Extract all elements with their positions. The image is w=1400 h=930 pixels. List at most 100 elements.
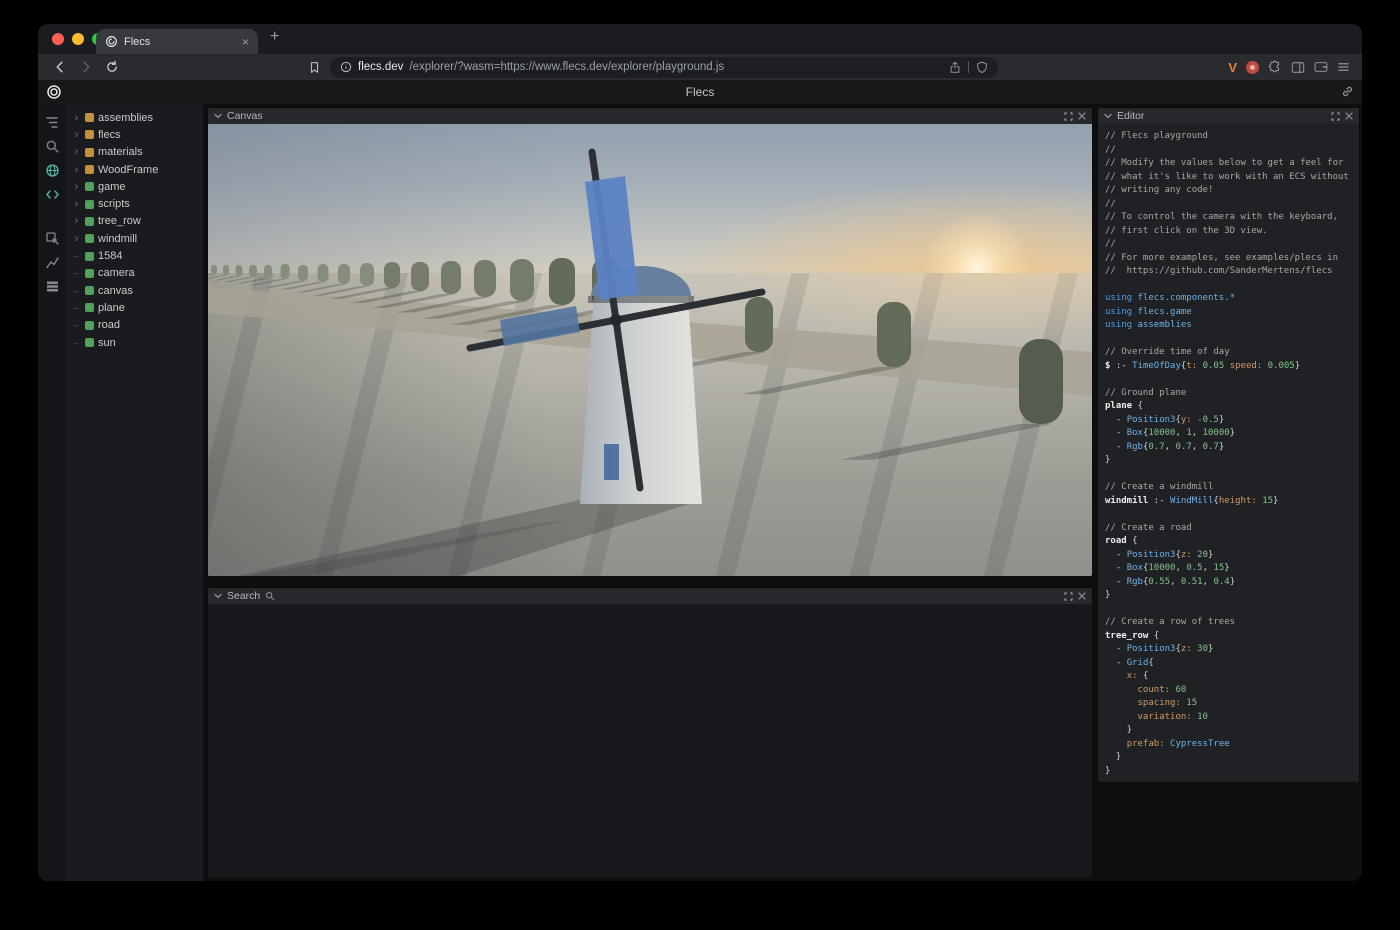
scene-tree (236, 265, 243, 276)
leaf-dash-icon: – (72, 303, 81, 313)
extensions-puzzle-icon[interactable] (1268, 60, 1282, 74)
scene-tree (298, 265, 308, 281)
tree-row[interactable]: –canvas (66, 282, 203, 299)
forward-button[interactable] (76, 57, 96, 77)
code-line: // To control the camera with the keyboa… (1105, 211, 1355, 225)
tab-favicon (105, 35, 118, 48)
scene-tree (264, 265, 272, 278)
code-line: - Box{10000, 0.5, 15} (1105, 562, 1355, 576)
scene-tree (474, 260, 496, 297)
expand-chevron-icon[interactable]: › (72, 199, 81, 209)
v-extension-icon[interactable]: V (1228, 60, 1237, 75)
collapse-chevron-icon[interactable] (214, 113, 222, 119)
scene-tree (510, 259, 534, 301)
bookmark-icon[interactable] (304, 57, 324, 77)
new-tab-button[interactable]: + (270, 28, 279, 46)
scene-tree (384, 262, 400, 288)
expand-chevron-icon[interactable]: › (72, 234, 81, 244)
side-panel-icon[interactable] (1291, 61, 1305, 74)
stats-icon[interactable] (44, 254, 60, 270)
tree-row[interactable]: –sun (66, 334, 203, 351)
leaf-dash-icon: – (72, 268, 81, 278)
code-icon[interactable] (44, 186, 60, 202)
share-icon[interactable] (949, 61, 961, 74)
page-title: Flecs (38, 85, 1362, 99)
reload-button[interactable] (102, 57, 122, 77)
editor-panel-title: Editor (1117, 110, 1144, 122)
code-line: } (1105, 765, 1355, 779)
editor-code[interactable]: // Flecs playground//// Modify the value… (1098, 124, 1359, 783)
code-line: using flecs.components.* (1105, 292, 1355, 306)
tree-item-label: flecs (98, 129, 121, 141)
close-window-button[interactable] (52, 33, 64, 45)
leaf-dash-icon: – (72, 320, 81, 330)
tree-row[interactable]: › flecs (66, 126, 203, 143)
red-extension-icon[interactable] (1246, 61, 1259, 74)
back-button[interactable] (50, 57, 70, 77)
canvas-3d-scene[interactable] (208, 124, 1092, 576)
tree-item-label: windmill (98, 233, 137, 245)
collapse-chevron-icon[interactable] (1104, 113, 1112, 119)
share-link-icon[interactable] (1341, 85, 1354, 98)
collapse-chevron-icon[interactable] (214, 593, 222, 599)
expand-chevron-icon[interactable]: › (72, 130, 81, 140)
tree-row[interactable]: ›WoodFrame (66, 161, 203, 178)
tree-row[interactable]: › materials (66, 144, 203, 161)
code-line (1105, 333, 1355, 347)
minimize-window-button[interactable] (72, 33, 84, 45)
browser-toolbar: flecs.dev /explorer/?wasm=https://www.fl… (38, 54, 1362, 80)
fullscreen-icon[interactable] (1331, 112, 1340, 121)
desktop-background: Flecs × + flecs.dev (0, 0, 1400, 930)
expand-chevron-icon[interactable]: › (72, 182, 81, 192)
code-line: tree_row { (1105, 630, 1355, 644)
expand-chevron-icon[interactable]: › (72, 147, 81, 157)
canvas-panel: Canvas (207, 107, 1093, 577)
tree-row[interactable]: › windmill (66, 230, 203, 247)
scene-tree (441, 261, 461, 294)
search-icon[interactable] (44, 138, 60, 154)
inspect-icon[interactable] (44, 230, 60, 246)
browser-tab[interactable]: Flecs × (96, 29, 258, 54)
memory-icon[interactable] (44, 278, 60, 294)
site-info-icon[interactable] (340, 61, 352, 73)
shield-icon[interactable] (976, 61, 988, 74)
tree-row[interactable]: ›game (66, 178, 203, 195)
scene-windmill (238, 152, 762, 576)
tab-strip: Flecs × + (38, 24, 1362, 54)
entity-color-icon (85, 269, 94, 278)
menu-icon[interactable] (1337, 61, 1350, 73)
close-icon[interactable] (1078, 592, 1086, 600)
fullscreen-icon[interactable] (1064, 592, 1073, 601)
expand-chevron-icon[interactable]: › (72, 216, 81, 226)
code-line: // (1105, 238, 1355, 252)
tree-row[interactable]: ›tree_row (66, 213, 203, 230)
close-icon[interactable] (1345, 112, 1353, 120)
wallet-icon[interactable] (1314, 61, 1328, 73)
tree-row[interactable]: –1584 (66, 247, 203, 264)
close-icon[interactable] (1078, 112, 1086, 120)
tab-close-icon[interactable]: × (242, 35, 249, 49)
scene-tree (249, 265, 257, 277)
tree-item-label: materials (98, 146, 143, 158)
code-line: // Create a row of trees (1105, 616, 1355, 630)
url-input[interactable]: flecs.dev /explorer/?wasm=https://www.fl… (330, 57, 998, 78)
module-color-icon (85, 165, 94, 174)
code-line: prefab: CypressTree (1105, 738, 1355, 752)
entity-tree-icon[interactable] (44, 114, 60, 130)
tree-row[interactable]: –camera (66, 265, 203, 282)
expand-chevron-icon[interactable]: › (72, 165, 81, 175)
code-line: // For more examples, see examples/plecs… (1105, 252, 1355, 266)
tree-row[interactable]: –road (66, 317, 203, 334)
code-line: // what it's like to work with an ECS wi… (1105, 171, 1355, 185)
tree-row[interactable]: ›scripts (66, 195, 203, 212)
search-panel-header: Search (208, 588, 1092, 604)
code-line: // Ground plane (1105, 387, 1355, 401)
tree-row[interactable]: –plane (66, 299, 203, 316)
code-line: } (1105, 751, 1355, 765)
expand-chevron-icon[interactable]: › (72, 113, 81, 123)
world-icon[interactable] (44, 162, 60, 178)
code-line (1105, 373, 1355, 387)
search-panel-title: Search (227, 590, 260, 602)
tree-row[interactable]: ›assemblies (66, 109, 203, 126)
fullscreen-icon[interactable] (1064, 112, 1073, 121)
